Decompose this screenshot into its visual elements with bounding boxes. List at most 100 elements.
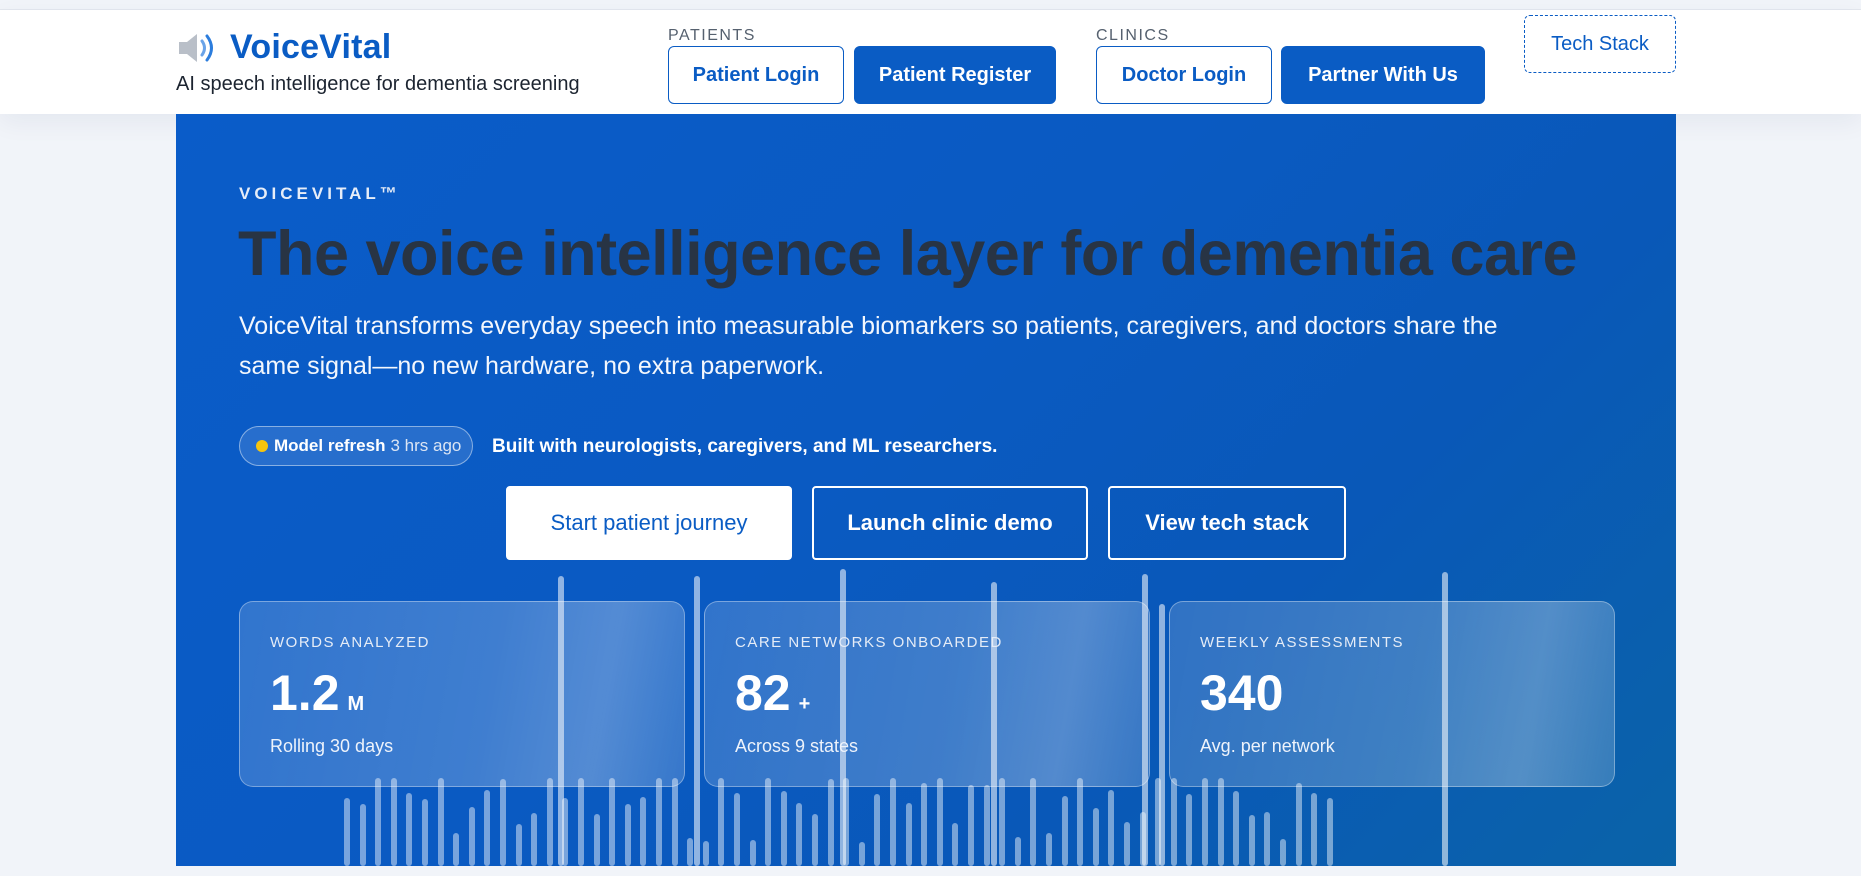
patient-login-button[interactable]: Patient Login xyxy=(668,46,844,104)
waveform-bar xyxy=(375,778,382,866)
waveform-bar xyxy=(1202,778,1208,866)
waveform-bar xyxy=(1030,778,1037,866)
waveform-bar xyxy=(1295,783,1302,866)
model-refresh-badge: Model refresh 3 hrs ago xyxy=(239,426,473,466)
waveform-bar xyxy=(858,842,865,866)
model-refresh-label: Model refresh xyxy=(274,436,386,455)
hero-section: VOICEVITAL™ The voice intelligence layer… xyxy=(176,114,1676,866)
stat-value: 82 + xyxy=(735,664,810,722)
waveform-bar xyxy=(390,778,397,866)
waveform-bar xyxy=(812,814,818,866)
stat-value: 340 xyxy=(1200,664,1291,722)
stat-subtext: Across 9 states xyxy=(735,736,859,756)
hero-eyebrow: VOICEVITAL™ xyxy=(239,184,401,203)
waveform-bar xyxy=(999,778,1006,866)
waveform-bar xyxy=(968,785,974,866)
waveform-bar xyxy=(827,779,834,866)
waveform-bar xyxy=(531,813,538,866)
waveform-bar xyxy=(780,791,787,866)
brand[interactable]: VoiceVital AI speech intelligence for de… xyxy=(176,28,580,96)
waveform-bar xyxy=(921,783,928,866)
waveform-bar xyxy=(671,778,678,866)
partner-with-us-button[interactable]: Partner With Us xyxy=(1281,46,1485,104)
stat-number: 1.2 xyxy=(270,665,340,721)
waveform-bar xyxy=(656,778,662,866)
waveform-bar xyxy=(765,778,772,866)
stat-value: 1.2 M xyxy=(270,664,364,722)
waveform-bar xyxy=(734,793,740,866)
waveform-bar xyxy=(422,799,428,866)
waveform-bar xyxy=(1061,796,1068,866)
waveform-bar xyxy=(718,778,725,866)
status-dot-icon xyxy=(256,440,268,452)
hero-description: VoiceVital transforms everyday speech in… xyxy=(239,312,1498,380)
stat-card-words-analyzed: WORDS ANALYZED 1.2 M Rolling 30 days xyxy=(239,601,685,787)
stat-number: 82 xyxy=(735,665,791,721)
waveform-bar xyxy=(1092,808,1099,866)
stat-number: 340 xyxy=(1200,665,1284,721)
tech-stack-button[interactable]: Tech Stack xyxy=(1524,15,1676,73)
waveform-bar xyxy=(874,794,881,866)
waveform-bar xyxy=(1233,791,1240,866)
waveform-bar xyxy=(1248,815,1255,866)
patient-register-button[interactable]: Patient Register xyxy=(854,46,1056,104)
waveform-bar xyxy=(437,778,444,866)
waveform-bar xyxy=(694,576,700,866)
waveform-bar xyxy=(1170,778,1177,866)
stat-card-care-networks: CARE NETWORKS ONBOARDED 82 + Across 9 st… xyxy=(704,601,1150,787)
clinics-group-label: CLINICS xyxy=(1096,27,1170,44)
waveform-bar xyxy=(687,838,694,866)
waveform-bar xyxy=(1280,839,1286,866)
waveform-bar xyxy=(1159,604,1165,866)
stat-subtext: Rolling 30 days xyxy=(270,736,394,756)
waveform-bar xyxy=(500,779,506,866)
waveform-bar xyxy=(406,793,413,866)
doctor-login-button[interactable]: Doctor Login xyxy=(1096,46,1272,104)
waveform-bar xyxy=(1217,778,1224,866)
waveform-bar xyxy=(624,804,631,866)
view-tech-stack-button[interactable]: View tech stack xyxy=(1108,486,1346,560)
waveform-bar xyxy=(936,778,943,866)
waveform-bar xyxy=(1124,822,1130,866)
waveform-bar xyxy=(905,803,912,866)
waveform-bar xyxy=(453,833,460,866)
waveform-bar xyxy=(546,778,553,866)
stat-label: WEEKLY ASSESSMENTS xyxy=(1200,634,1405,651)
speaker-icon xyxy=(179,33,213,62)
patients-group-label: PATIENTS xyxy=(668,27,756,44)
waveform-bar xyxy=(1014,837,1021,866)
waveform-bar xyxy=(1326,798,1333,866)
waveform-bar xyxy=(578,778,584,866)
model-refresh-time: 3 hrs ago xyxy=(390,436,462,455)
waveform-bar xyxy=(640,797,647,866)
stat-label: WORDS ANALYZED xyxy=(270,634,430,651)
stat-suffix: + xyxy=(798,693,811,715)
waveform-bar xyxy=(1077,778,1084,866)
stat-card-weekly-assessments: WEEKLY ASSESSMENTS 340 Avg. per network xyxy=(1169,601,1615,787)
waveform-bar xyxy=(344,798,350,866)
waveform-bar xyxy=(983,785,990,866)
waveform-bar xyxy=(952,823,959,866)
waveform-bar xyxy=(1311,793,1318,866)
waveform-bar xyxy=(468,807,475,866)
waveform-bar xyxy=(890,778,896,866)
waveform-bar xyxy=(359,804,366,866)
built-with-text: Built with neurologists, caregivers, and… xyxy=(492,436,998,457)
launch-clinic-demo-button[interactable]: Launch clinic demo xyxy=(812,486,1088,560)
waveform-bar xyxy=(1108,790,1115,866)
waveform-bar xyxy=(702,841,709,866)
waveform-bar xyxy=(515,824,522,866)
site-header: VoiceVital AI speech intelligence for de… xyxy=(0,10,1861,114)
stat-label: CARE NETWORKS ONBOARDED xyxy=(735,634,1003,651)
waveform-bar xyxy=(749,840,756,866)
start-patient-journey-button[interactable]: Start patient journey xyxy=(506,486,792,560)
waveform-bar xyxy=(593,814,600,866)
brand-name: VoiceVital xyxy=(230,28,392,66)
hero-headline: The voice intelligence layer for dementi… xyxy=(238,219,1578,289)
waveform-bar xyxy=(1186,794,1193,866)
waveform-bar xyxy=(609,778,616,866)
waveform-bar xyxy=(796,803,803,866)
waveform-bar xyxy=(484,790,491,866)
stat-suffix: M xyxy=(347,693,365,715)
brand-tagline: AI speech intelligence for dementia scre… xyxy=(176,73,580,95)
